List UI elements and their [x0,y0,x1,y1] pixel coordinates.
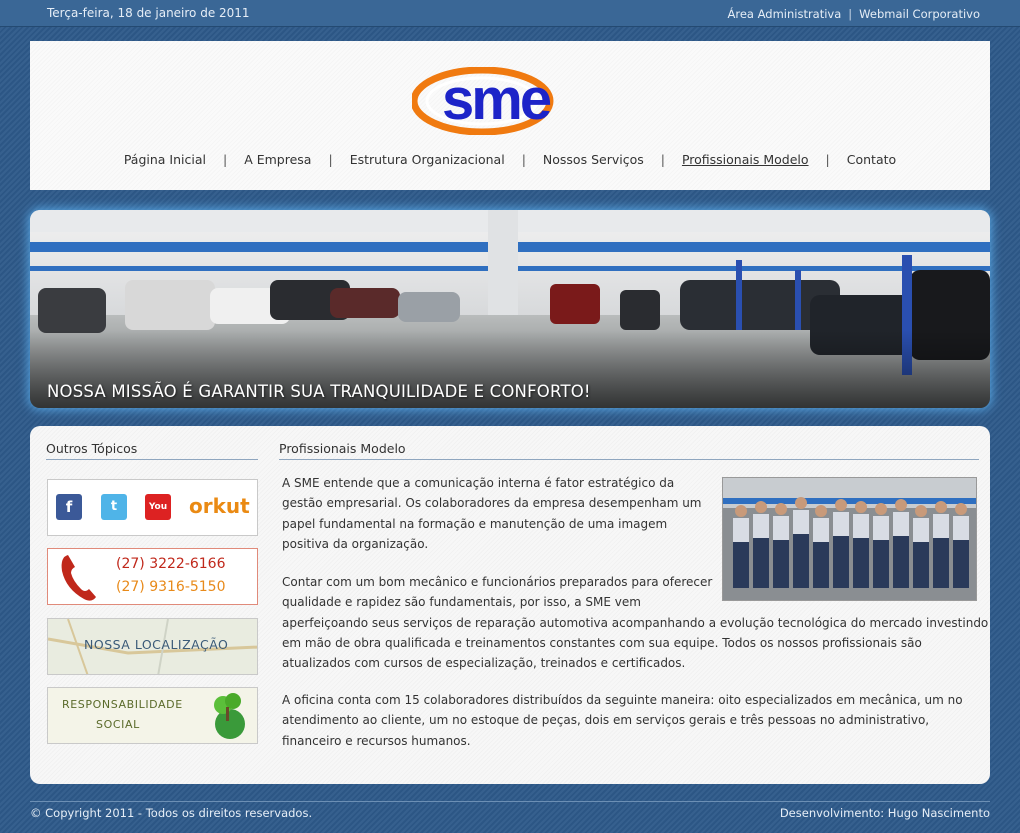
nav-a-empresa[interactable]: A Empresa [244,152,311,167]
car [398,292,460,322]
nav-separator: | [825,152,830,167]
main-nav: Página Inicial | A Empresa | Estrutura Organ… [30,152,990,167]
top-link-separator: | [848,7,853,21]
paragraph-line: atendimento ao cliente, um no estoque de… [282,713,930,728]
logo-text: sme [442,67,551,132]
nav-separator: | [222,152,228,167]
responsibility-label-2: SOCIAL [96,718,140,731]
car [38,288,106,333]
paragraph-line: aperfeiçoando seus serviços de reparação… [282,615,989,630]
nav-separator: | [328,152,333,167]
paragraph-3: A oficina conta com 15 colaboradores dis… [282,690,963,751]
car [550,284,600,324]
site-header: sme Página Inicial | A Empresa | Estrutura O… [30,41,990,190]
twitter-icon[interactable]: t [101,494,127,520]
paragraph-line: em mão de obra qualificada e treinamento… [282,635,922,650]
location-label: NOSSA LOCALIZAÇÃO [84,637,229,652]
youtube-icon[interactable]: You Tube [145,494,171,535]
nav-separator: | [660,152,665,167]
orkut-icon[interactable]: orkut [189,494,250,518]
nav-separator: | [521,152,526,167]
phone-box[interactable]: (27) 3222-6166 (27) 9316-5150 [47,548,258,605]
current-date: Terça-feira, 18 de janeiro de 2011 [47,6,250,20]
nav-contato[interactable]: Contato [847,152,896,167]
content-panel: Outros Tópicos f t You Tube orkut (27) 3… [30,426,990,784]
top-links: Área Administrativa | Webmail Corporativo [727,7,980,21]
paragraph-line: A SME entende que a comunicação interna … [282,476,675,490]
top-bar: Terça-feira, 18 de janeiro de 2011 Área … [0,0,1020,27]
paragraph-2: Contar com um bom mecânico e funcionário… [282,572,988,673]
responsibility-label-1: RESPONSABILIDADE [62,698,183,711]
phone-number-1: (27) 3222-6166 [116,556,226,572]
car [330,288,400,318]
footer-credit[interactable]: Desenvolvimento: Hugo Nascimento [780,806,990,820]
social-responsibility-box[interactable]: RESPONSABILIDADE SOCIAL [47,687,258,744]
lift-post [736,260,742,330]
lift-post [795,270,801,330]
paragraph-line: A oficina conta com 15 colaboradores dis… [282,693,963,707]
webmail-link[interactable]: Webmail Corporativo [859,7,980,21]
main-title: Profissionais Modelo [279,441,979,460]
paragraph-line: qualidade e rapidez são fundamentais, po… [282,595,641,610]
banner-pillar [488,210,518,330]
nav-pagina-inicial[interactable]: Página Inicial [124,152,206,167]
location-box[interactable]: NOSSA LOCALIZAÇÃO [47,618,258,675]
paragraph-1: A SME entende que a comunicação interna … [282,473,702,554]
admin-area-link[interactable]: Área Administrativa [727,7,841,21]
banner-caption: NOSSA MISSÃO É GARANTIR SUA TRANQUILIDAD… [47,382,591,401]
nav-profissionais-modelo[interactable]: Profissionais Modelo [682,152,809,167]
paragraph-line: positiva da organização. [282,536,429,551]
paragraph-line: gestão empresarial. Os colaboradores da … [282,496,702,511]
footer-copyright: © Copyright 2011 - Todos os direitos res… [30,806,313,820]
car [620,290,660,330]
facebook-icon[interactable]: f [56,494,82,520]
paragraph-line: atualizados com cursos de especialização… [282,656,686,671]
paragraph-line: papel fundamental na formação e manutenç… [282,516,668,531]
sme-logo[interactable]: sme [412,67,612,135]
hero-banner: NOSSA MISSÃO É GARANTIR SUA TRANQUILIDAD… [30,210,990,408]
paragraph-line: financeiro e recursos humanos. [282,733,471,748]
phone-icon [61,555,96,601]
nav-nossos-servicos[interactable]: Nossos Serviços [543,152,644,167]
phone-number-2: (27) 9316-5150 [116,579,226,595]
workshop-panorama-image [30,210,990,408]
globe-tree-icon [214,693,245,739]
nav-estrutura-organizacional[interactable]: Estrutura Organizacional [350,152,505,167]
social-links-box: f t You Tube orkut [47,479,258,536]
footer-divider [30,801,990,802]
sidebar-title: Outros Tópicos [46,441,258,460]
car [125,280,215,330]
paragraph-line: Contar com um bom mecânico e funcionário… [282,575,713,589]
